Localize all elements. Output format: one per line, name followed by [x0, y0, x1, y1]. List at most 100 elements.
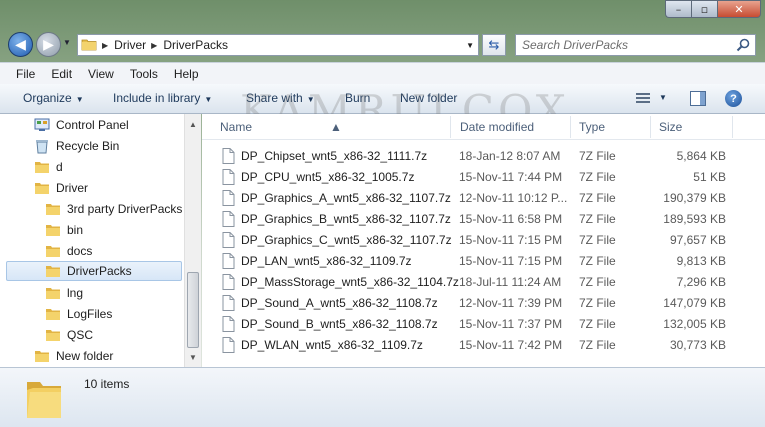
file-size: 30,773 KB: [669, 338, 726, 352]
file-icon: [222, 337, 235, 356]
menu-file[interactable]: File: [8, 67, 43, 81]
nav-item-driverpacks[interactable]: DriverPacks: [6, 261, 182, 281]
close-button[interactable]: ✕: [717, 0, 761, 18]
file-type: 7Z File: [579, 338, 616, 352]
menu-edit[interactable]: Edit: [43, 67, 80, 81]
column-headers: ▲ Name Date modified Type Size: [202, 114, 765, 140]
file-name: DP_Graphics_C_wnt5_x86-32_1107.7z: [241, 233, 452, 247]
file-size: 5,864 KB: [676, 149, 726, 163]
help-icon[interactable]: ?: [725, 90, 742, 107]
column-header-size[interactable]: Size: [659, 120, 682, 134]
new-folder-button[interactable]: New folder: [400, 91, 457, 105]
file-name: DP_CPU_wnt5_x86-32_1005.7z: [241, 170, 415, 184]
maximize-button[interactable]: ▫: [691, 0, 717, 18]
file-name: DP_Chipset_wnt5_x86-32_1111.7z: [241, 149, 428, 163]
column-header-date-modified[interactable]: Date modified: [460, 120, 534, 134]
nav-item-3rd-party-driverpacks[interactable]: 3rd party DriverPacks: [45, 199, 182, 219]
nav-item-lng[interactable]: lng: [45, 283, 83, 303]
back-button[interactable]: ◀: [8, 32, 33, 57]
column-divider[interactable]: [450, 116, 451, 138]
menu-help[interactable]: Help: [166, 67, 207, 81]
chevron-down-icon[interactable]: ▼: [659, 93, 667, 102]
nav-item-d[interactable]: d: [34, 157, 63, 177]
file-icon: [222, 232, 235, 251]
navigation-pane: Control Panel Recycle Bin d Driver 3rd p…: [0, 114, 201, 367]
recycle-bin-icon: [34, 138, 50, 154]
nav-item-qsc[interactable]: QSC: [45, 325, 93, 345]
nav-item-driver[interactable]: Driver: [34, 178, 88, 198]
views-icon[interactable]: [636, 93, 650, 105]
file-date: 15-Nov-11 7:15 PM: [459, 254, 563, 268]
recent-pages-dropdown[interactable]: ▼: [63, 38, 71, 47]
file-icon: [222, 295, 235, 314]
nav-item-new-folder[interactable]: New folder: [34, 346, 113, 366]
sort-ascending-icon: ▲: [330, 120, 342, 134]
file-icon: [222, 148, 235, 167]
breadcrumb-separator-icon: ▶: [151, 40, 158, 50]
scroll-up-icon[interactable]: ▲: [185, 116, 201, 132]
menu-tools[interactable]: Tools: [122, 67, 166, 81]
column-divider[interactable]: [650, 116, 651, 138]
folder-icon: [34, 349, 50, 363]
chevron-down-icon[interactable]: ▼: [466, 41, 474, 50]
nav-item-recycle-bin[interactable]: Recycle Bin: [34, 136, 119, 156]
forward-button[interactable]: ▶: [36, 32, 61, 57]
table-row[interactable]: DP_Chipset_wnt5_x86-32_1111.7z 18-Jan-12…: [202, 146, 765, 167]
file-date: 12-Nov-11 7:39 PM: [459, 296, 563, 310]
file-size: 189,593 KB: [663, 212, 726, 226]
file-name: DP_Graphics_A_wnt5_x86-32_1107.7z: [241, 191, 451, 205]
folder-icon: [45, 244, 61, 258]
organize-button[interactable]: Organize ▼: [23, 91, 84, 105]
column-header-name[interactable]: Name: [220, 120, 252, 134]
file-name: DP_WLAN_wnt5_x86-32_1109.7z: [241, 338, 423, 352]
table-row[interactable]: DP_Graphics_B_wnt5_x86-32_1107.7z 15-Nov…: [202, 209, 765, 230]
file-name: DP_LAN_wnt5_x86-32_1109.7z: [241, 254, 412, 268]
search-placeholder: Search DriverPacks: [522, 38, 629, 52]
nav-item-control-panel[interactable]: Control Panel: [34, 115, 129, 135]
column-divider[interactable]: [732, 116, 733, 138]
file-date: 15-Nov-11 7:37 PM: [459, 317, 563, 331]
table-row[interactable]: DP_Sound_B_wnt5_x86-32_1108.7z 15-Nov-11…: [202, 314, 765, 335]
table-row[interactable]: DP_Graphics_A_wnt5_x86-32_1107.7z 12-Nov…: [202, 188, 765, 209]
file-name: DP_Sound_A_wnt5_x86-32_1108.7z: [241, 296, 438, 310]
file-list: ▲ Name Date modified Type Size DP_Chipse…: [202, 114, 765, 367]
breadcrumb-driver[interactable]: Driver: [114, 38, 146, 52]
nav-item-label: Driver: [56, 181, 88, 195]
folder-icon: [45, 307, 61, 321]
file-icon: [222, 211, 235, 230]
table-row[interactable]: DP_Sound_A_wnt5_x86-32_1108.7z 12-Nov-11…: [202, 293, 765, 314]
file-type: 7Z File: [579, 191, 616, 205]
address-bar[interactable]: ▶ Driver ▶ DriverPacks ▼: [77, 34, 479, 56]
minimize-button[interactable]: –: [665, 0, 691, 18]
burn-button[interactable]: Burn: [345, 91, 370, 105]
table-row[interactable]: DP_MassStorage_wnt5_x86-32_1104.7z 18-Ju…: [202, 272, 765, 293]
table-row[interactable]: DP_Graphics_C_wnt5_x86-32_1107.7z 15-Nov…: [202, 230, 765, 251]
nav-item-docs[interactable]: docs: [45, 241, 92, 261]
search-input[interactable]: Search DriverPacks: [515, 34, 756, 56]
refresh-button[interactable]: ⇆: [482, 34, 506, 56]
chevron-down-icon: ▼: [75, 95, 84, 104]
file-icon: [222, 190, 235, 209]
file-type: 7Z File: [579, 233, 616, 247]
include-in-library-button[interactable]: Include in library ▼: [113, 91, 212, 105]
menu-view[interactable]: View: [80, 67, 122, 81]
folder-icon: [45, 264, 61, 278]
share-with-button[interactable]: Share with ▼: [246, 91, 315, 105]
table-row[interactable]: DP_WLAN_wnt5_x86-32_1109.7z 15-Nov-11 7:…: [202, 335, 765, 356]
search-icon[interactable]: [736, 38, 750, 55]
scrollbar-thumb[interactable]: [187, 272, 199, 348]
arrow-right-icon: ▶: [43, 36, 54, 53]
nav-item-bin[interactable]: bin: [45, 220, 83, 240]
file-date: 15-Nov-11 7:44 PM: [459, 170, 563, 184]
details-pane: 10 items: [0, 367, 765, 427]
column-divider[interactable]: [570, 116, 571, 138]
breadcrumb-driverpacks[interactable]: DriverPacks: [163, 38, 228, 52]
file-type: 7Z File: [579, 212, 616, 226]
column-header-type[interactable]: Type: [579, 120, 605, 134]
scroll-down-icon[interactable]: ▼: [185, 349, 201, 365]
table-row[interactable]: DP_CPU_wnt5_x86-32_1005.7z 15-Nov-11 7:4…: [202, 167, 765, 188]
preview-pane-icon[interactable]: [690, 91, 706, 106]
nav-item-logfiles[interactable]: LogFiles: [45, 304, 112, 324]
nav-scrollbar[interactable]: ▲ ▼: [184, 114, 201, 367]
table-row[interactable]: DP_LAN_wnt5_x86-32_1109.7z 15-Nov-11 7:1…: [202, 251, 765, 272]
